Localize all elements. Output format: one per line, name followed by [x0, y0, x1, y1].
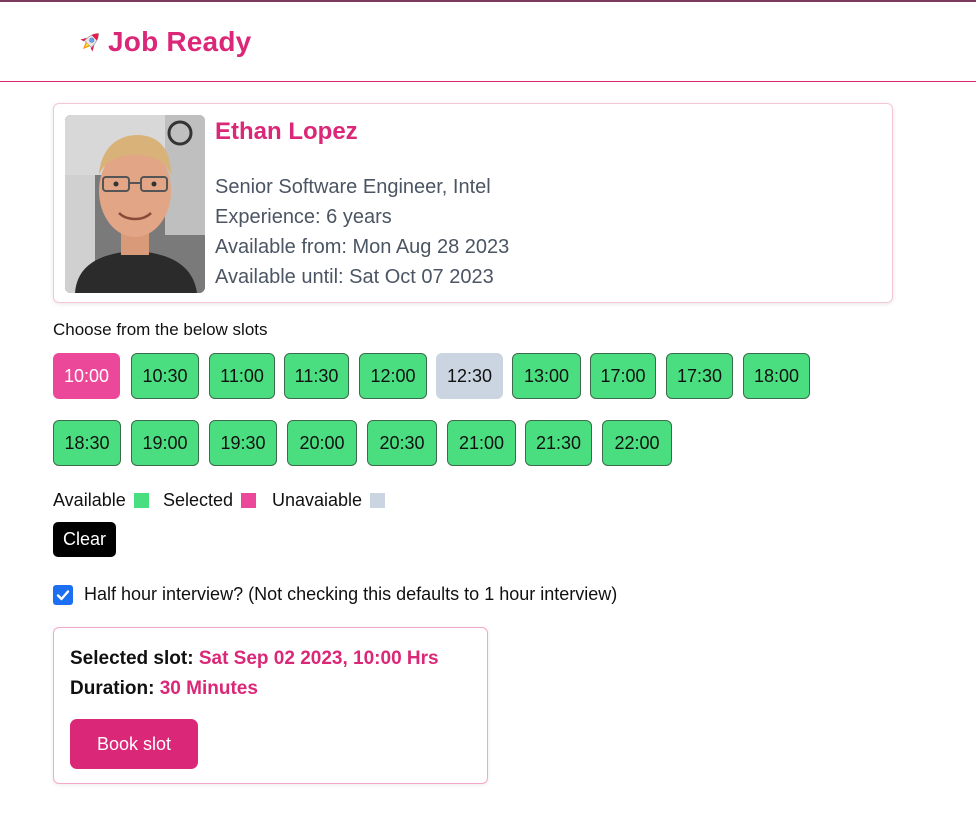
- slot-button-1230: 12:30: [436, 353, 503, 399]
- legend-selected-label: Selected: [163, 490, 234, 510]
- legend-available: Available: [53, 490, 149, 511]
- slot-button-2200[interactable]: 22:00: [602, 420, 672, 466]
- candidate-card: Ethan Lopez Senior Software Engineer, In…: [53, 103, 893, 303]
- slot-button-1900[interactable]: 19:00: [131, 420, 199, 466]
- duration-value: 30 Minutes: [159, 678, 258, 699]
- candidate-experience: Experience: 6 years: [215, 206, 392, 228]
- booking-summary: Selected slot: Sat Sep 02 2023, 10:00 Hr…: [53, 627, 488, 784]
- brand[interactable]: Job Ready: [76, 26, 251, 58]
- candidate-name: Ethan Lopez: [215, 118, 358, 145]
- avatar: [65, 115, 205, 293]
- selected-slot-line: Selected slot: Sat Sep 02 2023, 10:00 Hr…: [70, 648, 439, 670]
- slot-button-1100[interactable]: 11:00: [209, 353, 275, 399]
- app-header: Job Ready: [0, 2, 976, 82]
- slot-button-1030[interactable]: 10:30: [131, 353, 199, 399]
- slot-button-1130[interactable]: 11:30: [284, 353, 349, 399]
- available-until: Available until: Sat Oct 07 2023: [215, 266, 494, 288]
- candidate-role: Senior Software Engineer, Intel: [215, 176, 491, 198]
- app-title: Job Ready: [108, 26, 252, 57]
- duration-label: Duration:: [70, 678, 155, 699]
- slot-button-2030[interactable]: 20:30: [367, 420, 437, 466]
- book-slot-button[interactable]: Book slot: [70, 719, 198, 769]
- slots-heading: Choose from the below slots: [53, 320, 268, 339]
- slot-button-1200[interactable]: 12:00: [359, 353, 427, 399]
- slot-button-1730[interactable]: 17:30: [666, 353, 733, 399]
- slot-button-2000[interactable]: 20:00: [287, 420, 357, 466]
- checkmark-icon: [56, 589, 70, 600]
- legend-available-label: Available: [53, 490, 126, 510]
- legend-unavailable: Unavaiable: [272, 490, 386, 511]
- slot-button-2130[interactable]: 21:30: [525, 420, 592, 466]
- slot-button-1800[interactable]: 18:00: [743, 353, 810, 399]
- legend-selected: Selected: [163, 490, 257, 511]
- selected-slot-value: Sat Sep 02 2023, 10:00 Hrs: [198, 648, 439, 669]
- selected-slot-label: Selected slot:: [70, 648, 194, 669]
- slot-button-1930[interactable]: 19:30: [209, 420, 277, 466]
- half-hour-label[interactable]: Half hour interview? (Not checking this …: [84, 584, 617, 605]
- slot-button-1000[interactable]: 10:00: [53, 353, 120, 399]
- legend-unavailable-swatch: [370, 493, 386, 508]
- rocket-icon: [76, 28, 104, 56]
- legend-available-swatch: [133, 493, 149, 508]
- slot-button-1700[interactable]: 17:00: [590, 353, 656, 399]
- legend-unavailable-label: Unavaiable: [272, 490, 363, 510]
- half-hour-row: Half hour interview? (Not checking this …: [53, 584, 617, 605]
- clear-button[interactable]: Clear: [53, 522, 116, 557]
- duration-line: Duration: 30 Minutes: [70, 678, 258, 700]
- slot-button-1830[interactable]: 18:30: [53, 420, 121, 466]
- legend-selected-swatch: [241, 493, 257, 508]
- available-from: Available from: Mon Aug 28 2023: [215, 236, 510, 258]
- slot-button-1300[interactable]: 13:00: [512, 353, 581, 399]
- slot-button-2100[interactable]: 21:00: [447, 420, 516, 466]
- half-hour-checkbox[interactable]: [53, 584, 73, 605]
